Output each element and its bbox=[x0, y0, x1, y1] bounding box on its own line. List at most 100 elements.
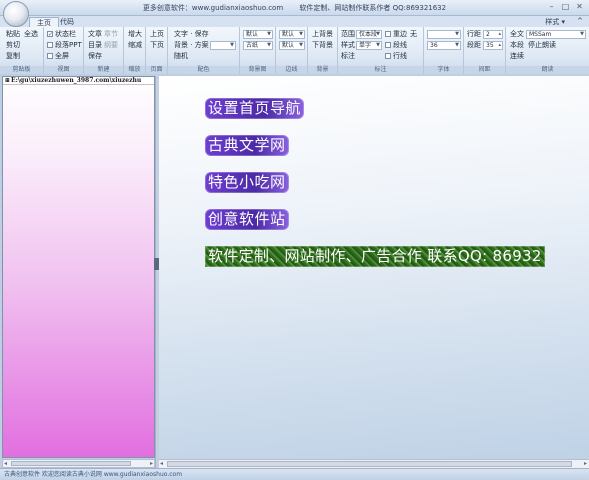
voice-dropdown[interactable]: MSSam ▼ bbox=[526, 30, 586, 39]
scroll-right-icon[interactable]: ▸ bbox=[584, 460, 587, 467]
save-button[interactable]: 保存 bbox=[88, 52, 102, 61]
group-color: 文字 · 保存 背景 · 方案 ▼ 随机 配色 bbox=[168, 27, 240, 74]
cut-button[interactable]: 剪切 bbox=[6, 41, 20, 50]
range-dropdown[interactable]: 仅本段 ▼ bbox=[356, 30, 382, 39]
chevron-down-icon: ▼ bbox=[230, 42, 234, 48]
highlight-checkbox[interactable]: 重边 bbox=[385, 30, 407, 39]
status-text: 古典创意软件 欢迎您阅读古典小说网 www.gudianxiaoshuo.com bbox=[4, 471, 183, 478]
ribbon-minimize-icon[interactable]: ^ bbox=[577, 16, 583, 26]
font-size-value: 36 bbox=[430, 42, 438, 49]
group-zoom: 增大 缩减 缩放 bbox=[124, 27, 146, 74]
maximize-icon: □ bbox=[561, 2, 570, 11]
scroll-thumb[interactable] bbox=[11, 461, 131, 466]
font-name-dropdown[interactable]: ▼ bbox=[427, 30, 461, 39]
file-tree-panel[interactable]: ⊞E:\gu\xiuzezhuwen_3987.com\xiuzezhu bbox=[2, 76, 155, 458]
group-background: 上背景 下背景 背景 bbox=[308, 27, 338, 74]
spinner-icon: ▴ bbox=[498, 31, 501, 37]
stop-reading-button[interactable]: 停止朗读 bbox=[528, 41, 556, 50]
copy-button[interactable]: 复制 bbox=[6, 52, 20, 61]
outline-button[interactable]: 纲要 bbox=[104, 41, 118, 50]
border-dropdown-2[interactable]: 默认 ▼ bbox=[279, 41, 305, 50]
group-caption: 配色 bbox=[168, 66, 239, 74]
scroll-thumb[interactable] bbox=[167, 461, 572, 467]
nav-link-creative-software[interactable]: 创意软件站 bbox=[205, 209, 289, 230]
border-dropdown-1[interactable]: 默认 ▼ bbox=[279, 30, 305, 39]
read-paragraph-button[interactable]: 本段 bbox=[510, 41, 524, 50]
new-article-button[interactable]: 文章 bbox=[88, 30, 102, 39]
select-all-button[interactable]: 全选 bbox=[24, 30, 38, 39]
scroll-right-icon[interactable]: ▸ bbox=[150, 460, 153, 467]
pattern-dropdown[interactable]: 单字 ▼ bbox=[356, 41, 382, 50]
random-button[interactable]: 随机 bbox=[174, 52, 188, 61]
lower-bg-button[interactable]: 下背景 bbox=[312, 41, 333, 50]
main-horizontal-scrollbar[interactable]: ◂ ▸ bbox=[159, 459, 589, 468]
scroll-left-icon[interactable]: ◂ bbox=[4, 460, 7, 467]
reading-area[interactable]: 设置首页导航 古典文学网 特色小吃网 创意软件站 软件定制、网站制作、广告合作 … bbox=[159, 76, 589, 459]
chevron-down-icon: ▼ bbox=[267, 42, 271, 48]
nav-link-classical-lit[interactable]: 古典文学网 bbox=[205, 135, 289, 156]
group-font: ▼ 36 ▼ 字体 bbox=[424, 27, 464, 74]
para-line-checkbox[interactable]: 段线 bbox=[385, 41, 407, 50]
ribbon: 粘贴 全选 剪切 复制 剪贴板 ✓ 状态栏 段落PPT 全屏 视图 文章 章节 目… bbox=[0, 27, 589, 74]
toc-button[interactable]: 目录 bbox=[88, 41, 102, 50]
nav-link-contact[interactable]: 软件定制、网站制作、广告合作 联系QQ: 86932 bbox=[205, 246, 545, 267]
file-path-item[interactable]: ⊞E:\gu\xiuzezhuwen_3987.com\xiuzezhu bbox=[3, 77, 154, 85]
status-bar-label: 状态栏 bbox=[55, 30, 76, 38]
read-all-button[interactable]: 全文 bbox=[510, 30, 524, 39]
maximize-button[interactable]: □ bbox=[560, 2, 571, 12]
chevron-down-icon: ▼ bbox=[299, 42, 303, 48]
bg-scheme-button[interactable]: 背景 · 方案 bbox=[174, 41, 209, 50]
upper-bg-button[interactable]: 上背景 bbox=[312, 30, 333, 39]
range-value: 仅本段 bbox=[359, 31, 378, 38]
nav-link-snacks[interactable]: 特色小吃网 bbox=[205, 172, 289, 193]
group-view: ✓ 状态栏 段落PPT 全屏 视图 bbox=[44, 27, 84, 74]
scroll-left-icon[interactable]: ◂ bbox=[160, 460, 163, 467]
style-menu[interactable]: 样式 ▾ bbox=[545, 17, 565, 27]
mark-button[interactable]: 标注 bbox=[341, 52, 355, 61]
left-horizontal-scrollbar[interactable]: ◂ ▸ bbox=[2, 459, 155, 468]
shrink-button[interactable]: 缩减 bbox=[128, 41, 142, 50]
paste-button[interactable]: 粘贴 bbox=[6, 30, 20, 39]
para-spacing-label: 段距 bbox=[467, 41, 481, 49]
group-caption: 背景图 bbox=[240, 66, 275, 74]
group-border: 默认 ▼ 默认 ▼ 边线 bbox=[276, 27, 308, 74]
text-save-button[interactable]: 文字 · 保存 bbox=[174, 30, 209, 39]
fullscreen-checkbox[interactable]: 全屏 bbox=[47, 52, 69, 61]
status-bar-checkbox[interactable]: ✓ 状态栏 bbox=[47, 30, 76, 39]
para-spacing-value: 35 bbox=[486, 42, 494, 49]
bg-image-dropdown[interactable]: 默认 ▼ bbox=[243, 30, 273, 39]
close-button[interactable]: ✕ bbox=[574, 2, 585, 12]
expand-icon[interactable]: ⊞ bbox=[5, 77, 10, 84]
line-spacing-stepper[interactable]: 2 ▴ bbox=[483, 30, 503, 39]
none-label: 无 bbox=[410, 30, 417, 38]
group-caption: 视图 bbox=[44, 66, 83, 74]
app-orb-button[interactable] bbox=[3, 1, 29, 27]
group-caption: 背景 bbox=[308, 66, 337, 74]
group-caption: 页面 bbox=[146, 66, 167, 74]
chevron-down-icon: ▼ bbox=[455, 31, 459, 37]
group-spacing: 行距 2 ▴ 段距 35 ▴ 间距 bbox=[464, 27, 506, 74]
row-line-checkbox[interactable]: 行线 bbox=[385, 52, 407, 61]
tab-code[interactable]: 代码 bbox=[53, 17, 81, 27]
paper-style-value: 古纸 bbox=[246, 42, 259, 49]
scheme-dropdown[interactable]: ▼ bbox=[210, 41, 236, 50]
font-size-dropdown[interactable]: 36 ▼ bbox=[427, 41, 461, 50]
chevron-down-icon: ▼ bbox=[455, 42, 459, 48]
minimize-button[interactable]: – bbox=[546, 2, 557, 12]
group-caption: 边线 bbox=[276, 66, 307, 74]
prev-page-button[interactable]: 上页 bbox=[150, 30, 164, 39]
voice-value: MSSam bbox=[529, 31, 552, 38]
highlight-label: 重边 bbox=[393, 30, 407, 38]
next-page-button[interactable]: 下页 bbox=[150, 41, 164, 50]
new-chapter-button[interactable]: 章节 bbox=[104, 30, 118, 39]
check-icon: ✓ bbox=[47, 31, 54, 38]
nav-link-home-nav[interactable]: 设置首页导航 bbox=[205, 98, 305, 119]
ribbon-tab-row: 主页 代码 样式 ▾ ^ bbox=[0, 16, 589, 27]
paper-style-dropdown[interactable]: 古纸 ▼ bbox=[243, 41, 273, 50]
enlarge-button[interactable]: 增大 bbox=[128, 30, 142, 39]
continuous-button[interactable]: 连续 bbox=[510, 52, 524, 61]
ppt-checkbox[interactable]: 段落PPT bbox=[47, 41, 82, 50]
para-spacing-stepper[interactable]: 35 ▴ bbox=[483, 41, 503, 50]
file-path-label: E:\gu\xiuzezhuwen_3987.com\xiuzezhu bbox=[11, 77, 142, 84]
line-spacing-label: 行距 bbox=[467, 30, 481, 38]
